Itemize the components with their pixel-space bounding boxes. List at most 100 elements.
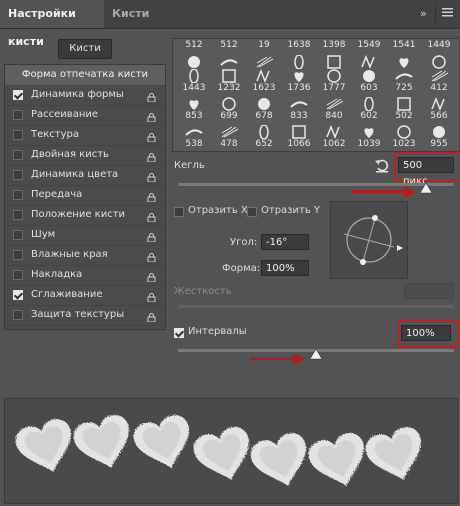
brush-tip-preset[interactable]: 1449	[424, 39, 454, 69]
sidebar-item-checkbox[interactable]	[13, 310, 23, 320]
sidebar-item-checkbox[interactable]	[13, 290, 23, 300]
brush-tip-icon	[327, 69, 341, 83]
sidebar-item-checkbox[interactable]	[13, 150, 23, 160]
brush-tip-size: 1232	[217, 83, 241, 93]
sidebar-item[interactable]: Влажные края	[5, 245, 165, 266]
tab-brush-settings[interactable]: Настройки кисти	[0, 0, 104, 48]
sidebar-item-brush-tip-shape[interactable]: Форма отпечатка кисти	[5, 65, 165, 86]
brush-tip-preset[interactable]: 1066	[284, 123, 314, 151]
sidebar-item-checkbox[interactable]	[13, 210, 23, 220]
brush-tip-preset[interactable]: 1443	[179, 67, 209, 95]
lock-icon[interactable]	[147, 190, 156, 203]
brush-tip-preset[interactable]: 19	[249, 39, 279, 68]
brushes-button[interactable]: Кисти	[58, 39, 112, 59]
sidebar-item[interactable]: Рассеивание	[5, 105, 165, 126]
flip-y-label: Отразить Y	[261, 205, 320, 216]
brush-tip-preset[interactable]: 1398	[319, 39, 349, 69]
brush-tip-icon	[292, 125, 306, 139]
brush-tip-icon	[290, 101, 308, 108]
brush-tip-preset[interactable]: 412	[424, 67, 454, 95]
brush-tip-preset[interactable]: 725	[389, 67, 419, 95]
panel-menu-icon[interactable]	[442, 7, 453, 20]
brush-tip-preset[interactable]: 602	[354, 95, 384, 123]
sidebar-item[interactable]: Шум	[5, 225, 165, 246]
brush-tip-preset[interactable]: 538	[179, 123, 209, 151]
roundness-label: Форма:	[222, 263, 261, 274]
brush-tip-preset[interactable]: 1638	[284, 39, 314, 69]
brush-tip-preset[interactable]: 502	[389, 95, 419, 123]
brush-tip-icon	[258, 98, 270, 110]
sidebar-item-checkbox[interactable]	[13, 130, 23, 140]
brush-tip-preset[interactable]: 678	[249, 95, 279, 123]
lock-icon[interactable]	[147, 230, 156, 243]
brush-tip-preset[interactable]: 853	[179, 95, 209, 123]
sidebar-item[interactable]: Защита текстуры	[5, 305, 165, 326]
flip-x-checkbox[interactable]	[174, 207, 184, 217]
spacing-checkbox[interactable]	[174, 328, 184, 338]
brush-tip-icon	[189, 69, 199, 83]
sidebar-item-checkbox[interactable]	[13, 190, 23, 200]
lock-icon[interactable]	[147, 250, 156, 263]
size-input[interactable]: 500 пикс.	[398, 157, 454, 187]
tab-brushes[interactable]: Кисти	[104, 0, 157, 28]
sidebar-item-checkbox[interactable]	[13, 250, 23, 260]
lock-icon[interactable]	[147, 110, 156, 123]
brush-tip-preset[interactable]: 955	[424, 123, 454, 151]
sidebar-item[interactable]: Положение кисти	[5, 205, 165, 226]
double-chevron-right-icon[interactable]: »	[420, 7, 427, 20]
brush-tip-preset[interactable]: 833	[284, 95, 314, 123]
brush-tip-size: 1777	[322, 83, 346, 93]
sidebar-item[interactable]: Накладка	[5, 265, 165, 286]
sidebar-item-checkbox[interactable]	[13, 230, 23, 240]
sidebar-item[interactable]: Текстура	[5, 125, 165, 146]
brush-tip-preset[interactable]: 512	[179, 39, 209, 68]
spacing-input[interactable]: 100%	[401, 325, 451, 341]
brush-tip-preset[interactable]: 1541	[389, 39, 419, 68]
flip-y-checkbox[interactable]	[247, 207, 257, 217]
sidebar-item-checkbox[interactable]	[13, 110, 23, 120]
brush-tip-preset[interactable]: 1549	[354, 39, 384, 69]
sidebar-item-checkbox[interactable]	[13, 170, 23, 180]
sidebar-item[interactable]: Двойная кисть	[5, 145, 165, 166]
brush-tip-preset[interactable]: 478	[214, 123, 244, 151]
sidebar-item[interactable]: Передача	[5, 185, 165, 206]
brush-tip-size: 19	[258, 40, 270, 50]
lock-icon[interactable]	[147, 310, 156, 323]
brush-tip-preset[interactable]: 699	[214, 95, 244, 123]
sidebar-item[interactable]: Динамика формы	[5, 85, 165, 106]
spacing-slider-thumb[interactable]	[309, 348, 323, 363]
angle-input[interactable]: -16°	[261, 234, 309, 250]
lock-icon[interactable]	[147, 150, 156, 163]
sidebar-item[interactable]: Сглаживание	[5, 285, 165, 306]
sidebar-item[interactable]: Динамика цвета	[5, 165, 165, 186]
brush-tip-preset[interactable]: 840	[319, 95, 349, 123]
brush-tip-preset[interactable]: 1062	[319, 123, 349, 151]
brush-tip-preset[interactable]: 1232	[214, 67, 244, 95]
lock-icon[interactable]	[147, 170, 156, 183]
brush-tip-grid[interactable]: 512 512 19 1638 1398 1549 1541 1449 1443 1232 1623…	[172, 38, 460, 152]
sidebar-item-checkbox[interactable]	[13, 270, 23, 280]
size-slider-thumb[interactable]	[419, 182, 433, 197]
brush-tip-size: 1398	[322, 40, 346, 50]
brush-tip-preset[interactable]: 566	[424, 95, 454, 123]
sidebar-item-checkbox[interactable]	[13, 90, 23, 100]
lock-icon[interactable]	[147, 290, 156, 303]
brush-tip-preset[interactable]: 1736	[284, 67, 314, 95]
brush-tip-preset[interactable]: 1039	[354, 123, 384, 151]
lock-icon[interactable]	[147, 130, 156, 143]
lock-icon[interactable]	[147, 270, 156, 283]
brush-stroke-preview	[4, 398, 458, 504]
brush-tip-preset[interactable]: 1023	[389, 123, 419, 151]
lock-icon[interactable]	[147, 90, 156, 103]
brush-tip-preset[interactable]: 1777	[319, 67, 349, 95]
brush-tip-preset[interactable]: 1623	[249, 67, 279, 95]
hardness-input	[404, 283, 454, 299]
brush-tip-preset[interactable]: 652	[249, 123, 279, 151]
roundness-input[interactable]: 100%	[261, 260, 309, 276]
brush-tip-preset[interactable]: 603	[354, 67, 384, 95]
reset-size-icon[interactable]	[374, 157, 390, 173]
brush-tip-preset[interactable]: 512	[214, 39, 244, 67]
angle-roundness-widget[interactable]	[330, 201, 408, 279]
lock-icon[interactable]	[147, 210, 156, 223]
brush-tip-icon	[259, 125, 269, 139]
